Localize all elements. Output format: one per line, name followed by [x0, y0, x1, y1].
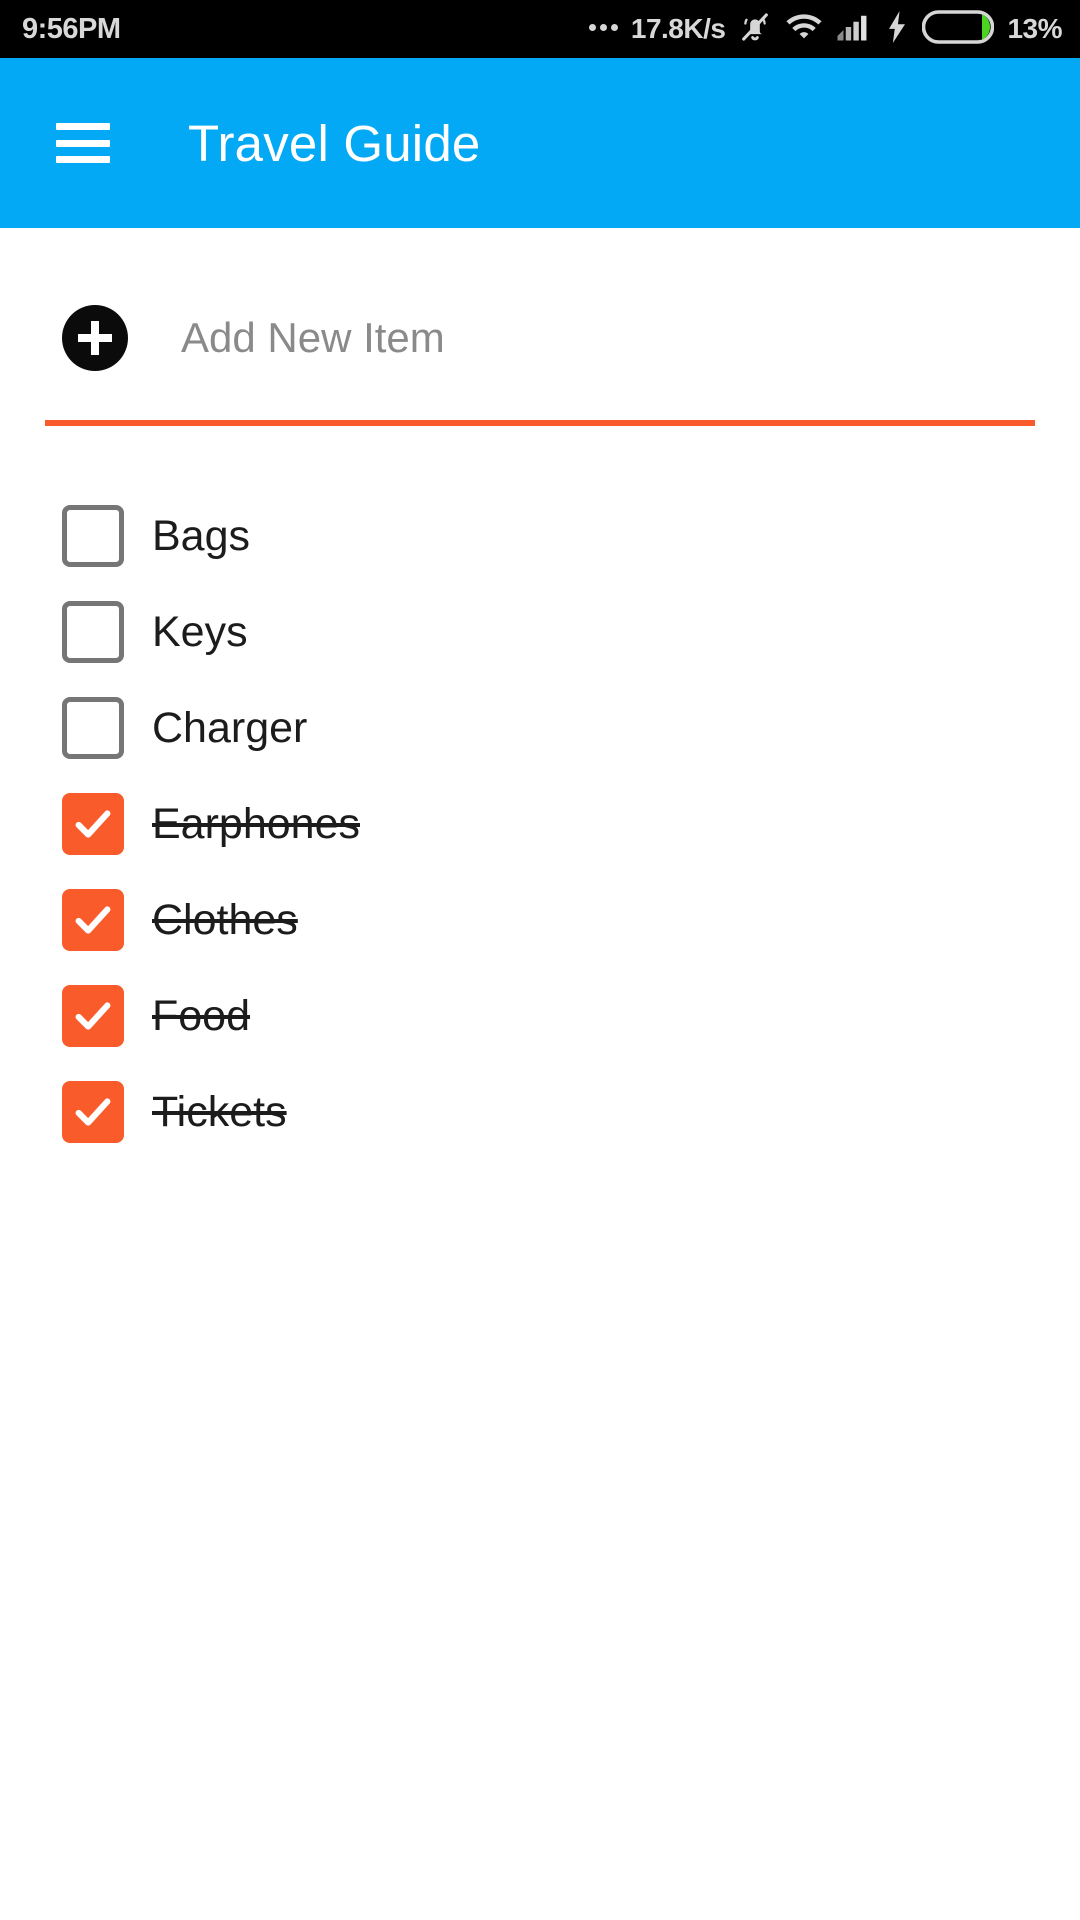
- wifi-icon: [785, 12, 823, 47]
- add-item-input[interactable]: [181, 314, 831, 362]
- list-item[interactable]: Bags: [62, 488, 1080, 584]
- bell-muted-icon: [738, 10, 772, 49]
- app-bar: Travel Guide: [0, 58, 1080, 228]
- add-item-row: [0, 228, 1080, 368]
- list-item[interactable]: Charger: [62, 680, 1080, 776]
- cellular-signal-icon: [836, 12, 872, 47]
- list-item-label: Charger: [152, 704, 307, 753]
- list-item-label: Clothes: [152, 896, 298, 945]
- hamburger-menu-icon[interactable]: [56, 123, 110, 163]
- plus-icon[interactable]: [62, 305, 128, 371]
- battery-icon: [922, 10, 994, 49]
- checklist: Bags Keys Charger Earphones Clothes Food Ticke…: [0, 488, 1080, 1160]
- list-item-label: Tickets: [152, 1088, 287, 1137]
- main-content: Bags Keys Charger Earphones Clothes Food Ticke…: [0, 228, 1080, 1160]
- list-item[interactable]: Food: [62, 968, 1080, 1064]
- input-divider: [45, 420, 1035, 426]
- list-item[interactable]: Clothes: [62, 872, 1080, 968]
- hamburger-bar-2: [56, 140, 110, 147]
- checkbox-checked-icon[interactable]: [62, 1081, 124, 1143]
- checkbox-unchecked-icon[interactable]: [62, 697, 124, 759]
- hamburger-bar-1: [56, 123, 110, 130]
- page-title: Travel Guide: [188, 114, 480, 173]
- checkbox-checked-icon[interactable]: [62, 889, 124, 951]
- status-bar-clock: 9:56PM: [22, 13, 121, 46]
- more-dots-icon: [589, 24, 618, 35]
- checkbox-unchecked-icon[interactable]: [62, 601, 124, 663]
- list-item-label: Earphones: [152, 800, 360, 849]
- list-item-label: Food: [152, 992, 250, 1041]
- checkbox-checked-icon[interactable]: [62, 985, 124, 1047]
- battery-percent-label: 13%: [1007, 13, 1062, 45]
- list-item[interactable]: Tickets: [62, 1064, 1080, 1160]
- list-item[interactable]: Keys: [62, 584, 1080, 680]
- list-item[interactable]: Earphones: [62, 776, 1080, 872]
- lightning-bolt-icon: [885, 11, 909, 48]
- status-bar-indicators: 17.8K/s: [589, 10, 1062, 49]
- list-item-label: Keys: [152, 608, 248, 657]
- status-bar: 9:56PM 17.8K/s: [0, 0, 1080, 58]
- checkbox-unchecked-icon[interactable]: [62, 505, 124, 567]
- hamburger-bar-3: [56, 156, 110, 163]
- network-speed-label: 17.8K/s: [631, 13, 726, 45]
- list-item-label: Bags: [152, 512, 250, 561]
- checkbox-checked-icon[interactable]: [62, 793, 124, 855]
